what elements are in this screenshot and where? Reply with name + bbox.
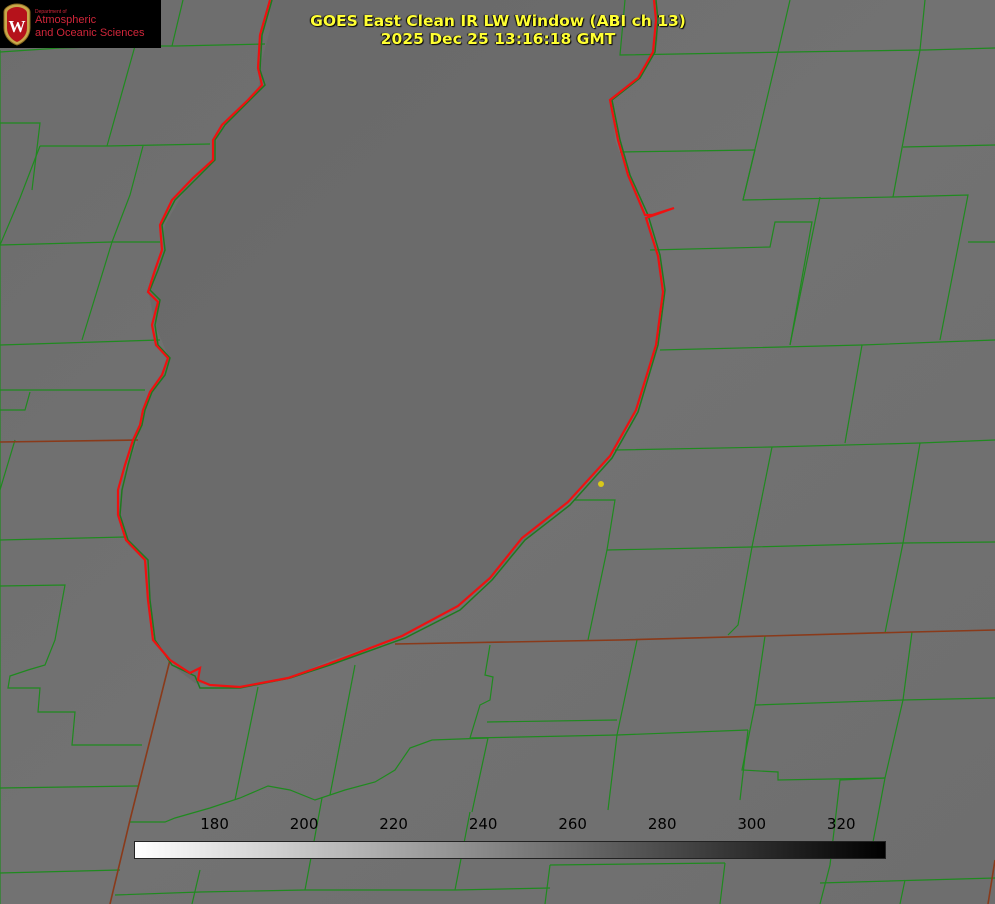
colorbar-tick-label: 260 <box>558 815 587 833</box>
logo-name-line2: and Oceanic Sciences <box>35 27 145 39</box>
uw-aos-logo: W Department of Atmospheric and Oceanic … <box>0 0 161 48</box>
image-timestamp: 2025 Dec 25 13:16:18 GMT <box>380 30 616 48</box>
image-title: GOES East Clean IR LW Window (ABI ch 13) <box>310 12 686 30</box>
colorbar-tick-label: 280 <box>647 815 677 833</box>
colorbar-tick-label: 240 <box>468 815 498 833</box>
crest-letter: W <box>9 17 26 36</box>
logo-name-line1: Atmospheric <box>35 14 97 26</box>
colorbar-tick-label: 180 <box>200 815 229 833</box>
colorbar-tick-label: 200 <box>289 815 319 833</box>
station-marker <box>598 481 604 487</box>
colorbar-tick-label: 300 <box>737 815 767 833</box>
colorbar <box>134 841 886 859</box>
colorbar-tick-label: 220 <box>379 815 408 833</box>
crest-icon: W <box>3 3 31 46</box>
satellite-map <box>0 0 995 904</box>
colorbar-tick-label: 320 <box>826 815 856 833</box>
